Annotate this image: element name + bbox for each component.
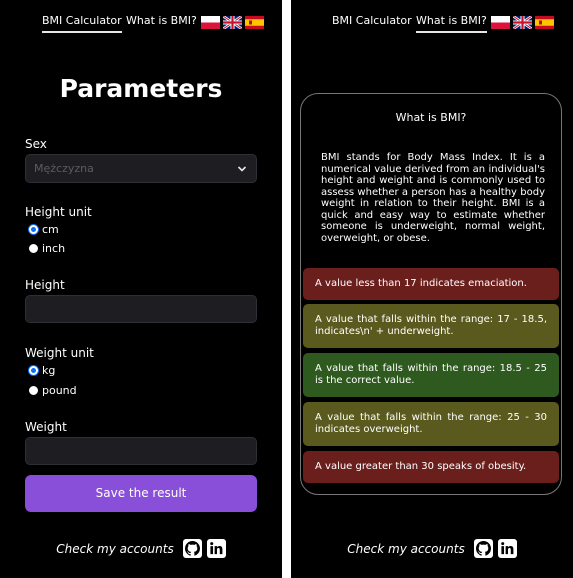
bmi-range-emaciation: A value less than 17 indicates emaciatio… bbox=[303, 268, 559, 300]
height-unit-label: Height unit bbox=[25, 205, 92, 219]
info-panel: BMI Calculator What is BMI? What is BMI?… bbox=[291, 0, 573, 578]
height-unit-inch[interactable]: inch bbox=[29, 242, 65, 255]
sex-select-value: Mężczyzna bbox=[34, 162, 94, 175]
nav-bmi-calculator[interactable]: BMI Calculator bbox=[332, 14, 412, 33]
linkedin-icon[interactable] bbox=[497, 539, 517, 558]
language-flags bbox=[201, 16, 264, 29]
nav-bmi-calculator[interactable]: BMI Calculator bbox=[42, 14, 122, 33]
top-nav: BMI Calculator What is BMI? bbox=[0, 14, 282, 36]
github-icon[interactable] bbox=[473, 539, 493, 558]
footer-text: Check my accounts bbox=[56, 541, 174, 556]
uk-flag-icon[interactable] bbox=[223, 16, 242, 29]
footer: Check my accounts bbox=[291, 539, 573, 558]
range-text: A value greater than 30 speaks of obesit… bbox=[315, 461, 527, 472]
range-text: A value less than 17 indicates emaciatio… bbox=[315, 278, 527, 289]
uk-flag-icon[interactable] bbox=[513, 16, 532, 29]
github-icon[interactable] bbox=[182, 539, 202, 558]
radio-label: cm bbox=[42, 223, 59, 236]
card-title: What is BMI? bbox=[395, 111, 467, 124]
range-text: A value that falls within the range: 25 … bbox=[315, 412, 547, 435]
nav-what-is-bmi[interactable]: What is BMI? bbox=[126, 14, 197, 33]
footer: Check my accounts bbox=[0, 539, 282, 558]
height-label: Height bbox=[25, 278, 65, 292]
range-text: A value that falls within the range: 18.… bbox=[315, 363, 547, 386]
sex-select[interactable]: Mężczyzna bbox=[25, 154, 257, 183]
nav-what-is-bmi[interactable]: What is BMI? bbox=[416, 14, 487, 33]
radio-checked-icon[interactable] bbox=[29, 225, 38, 234]
radio-label: pound bbox=[42, 384, 77, 397]
bmi-range-obesity: A value greater than 30 speaks of obesit… bbox=[303, 451, 559, 483]
top-nav: BMI Calculator What is BMI? bbox=[291, 14, 573, 36]
spain-flag-icon[interactable] bbox=[535, 16, 554, 29]
sex-label: Sex bbox=[25, 137, 47, 151]
radio-unchecked-icon[interactable] bbox=[29, 244, 38, 253]
save-result-button[interactable]: Save the result bbox=[25, 475, 257, 512]
footer-text: Check my accounts bbox=[347, 541, 465, 556]
range-text: A value that falls within the range: 17 … bbox=[315, 314, 547, 337]
weight-label: Weight bbox=[25, 420, 67, 434]
spain-flag-icon[interactable] bbox=[245, 16, 264, 29]
bmi-range-overweight: A value that falls within the range: 25 … bbox=[303, 402, 559, 446]
height-unit-cm[interactable]: cm bbox=[29, 223, 59, 236]
radio-unchecked-icon[interactable] bbox=[29, 386, 38, 395]
radio-label: inch bbox=[42, 242, 66, 255]
radio-label: kg bbox=[42, 364, 56, 377]
weight-unit-label: Weight unit bbox=[25, 346, 94, 360]
language-flags bbox=[491, 16, 554, 29]
linkedin-icon[interactable] bbox=[206, 539, 226, 558]
bmi-range-normal: A value that falls within the range: 18.… bbox=[303, 353, 559, 397]
weight-input[interactable] bbox=[25, 437, 257, 465]
bmi-description: BMI stands for Body Mass Index. It is a … bbox=[321, 152, 545, 244]
chevron-down-icon bbox=[237, 166, 247, 172]
calculator-panel: BMI Calculator What is BMI? Parameters S… bbox=[0, 0, 282, 578]
page-title: Parameters bbox=[59, 74, 223, 103]
poland-flag-icon[interactable] bbox=[201, 16, 220, 29]
weight-unit-pound[interactable]: pound bbox=[29, 384, 77, 397]
bmi-range-underweight: A value that falls within the range: 17 … bbox=[303, 304, 559, 348]
radio-checked-icon[interactable] bbox=[29, 366, 38, 375]
height-input[interactable] bbox=[25, 295, 257, 323]
poland-flag-icon[interactable] bbox=[491, 16, 510, 29]
weight-unit-kg[interactable]: kg bbox=[29, 364, 55, 377]
